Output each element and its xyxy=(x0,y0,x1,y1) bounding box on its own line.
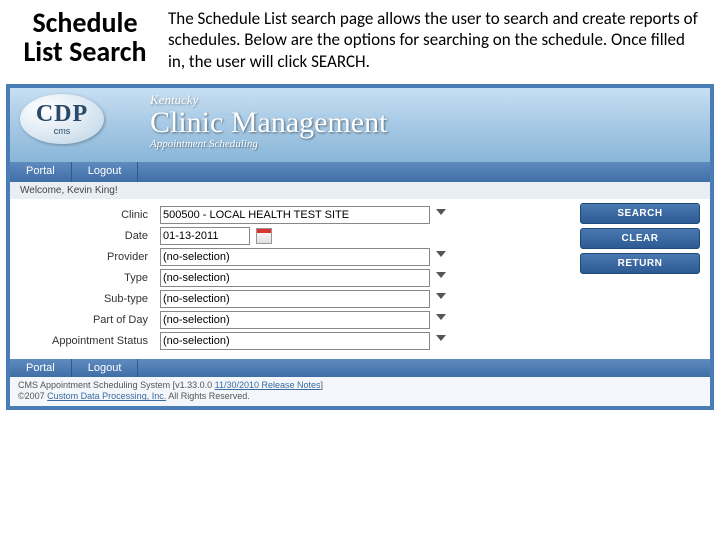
logo-text-small: cms xyxy=(54,126,71,136)
footer-line2a: ©2007 xyxy=(18,391,47,401)
footer-nav-logout[interactable]: Logout xyxy=(72,359,139,377)
slide-description: The Schedule List search page allows the… xyxy=(168,8,700,72)
header-brand: Clinic Management xyxy=(150,108,387,138)
nav-logout[interactable]: Logout xyxy=(72,162,139,182)
chevron-down-icon xyxy=(436,272,446,278)
welcome-bar: Welcome, Kevin King! xyxy=(10,182,710,199)
label-type: Type xyxy=(20,272,160,284)
footer-nav-portal[interactable]: Portal xyxy=(10,359,72,377)
row-type: Type xyxy=(20,269,570,287)
select-provider[interactable] xyxy=(160,248,430,266)
row-provider: Provider xyxy=(20,248,570,266)
app-header: CDP cms Kentucky Clinic Management Appoi… xyxy=(10,88,710,162)
select-subtype[interactable] xyxy=(160,290,430,308)
return-button[interactable]: RETURN xyxy=(580,253,700,274)
slide-header: Schedule List Search The Schedule List s… xyxy=(0,0,720,84)
bottom-navbar: Portal Logout xyxy=(10,359,710,377)
slide-title: Schedule List Search xyxy=(20,8,150,72)
header-subtitle: Appointment Scheduling xyxy=(150,138,387,150)
footer-line2b: All Rights Reserved. xyxy=(166,391,250,401)
top-navbar: Portal Logout xyxy=(10,162,710,182)
logo: CDP cms xyxy=(20,94,104,144)
footer: Portal Logout CMS Appointment Scheduling… xyxy=(10,359,710,406)
label-provider: Provider xyxy=(20,251,160,263)
company-link[interactable]: Custom Data Processing, Inc. xyxy=(47,391,166,401)
form-fields: Clinic Date Provider Type xyxy=(20,203,570,353)
label-partofday: Part of Day xyxy=(20,314,160,326)
select-type[interactable] xyxy=(160,269,430,287)
select-clinic[interactable] xyxy=(160,206,430,224)
chevron-down-icon xyxy=(436,251,446,257)
footer-line1b: ] xyxy=(321,380,324,390)
chevron-down-icon xyxy=(436,209,446,215)
select-partofday[interactable] xyxy=(160,311,430,329)
row-clinic: Clinic xyxy=(20,206,570,224)
footer-line1a: CMS Appointment Scheduling System [v1.33… xyxy=(18,380,215,390)
label-clinic: Clinic xyxy=(20,209,160,221)
label-apptstatus: Appointment Status xyxy=(20,335,160,347)
chevron-down-icon xyxy=(436,293,446,299)
select-apptstatus[interactable] xyxy=(160,332,430,350)
app-window: CDP cms Kentucky Clinic Management Appoi… xyxy=(6,84,714,410)
release-notes-link[interactable]: 11/30/2010 Release Notes xyxy=(215,380,321,390)
row-apptstatus: Appointment Status xyxy=(20,332,570,350)
label-date: Date xyxy=(20,230,160,242)
header-text: Kentucky Clinic Management Appointment S… xyxy=(150,92,387,150)
chevron-down-icon xyxy=(436,314,446,320)
input-date[interactable] xyxy=(160,227,250,245)
row-partofday: Part of Day xyxy=(20,311,570,329)
logo-oval: CDP cms xyxy=(20,94,104,144)
chevron-down-icon xyxy=(436,335,446,341)
row-date: Date xyxy=(20,227,570,245)
label-subtype: Sub-type xyxy=(20,293,160,305)
logo-text-big: CDP xyxy=(36,102,88,126)
action-buttons: SEARCH CLEAR RETURN xyxy=(570,203,700,353)
footer-text: CMS Appointment Scheduling System [v1.33… xyxy=(10,377,710,406)
row-subtype: Sub-type xyxy=(20,290,570,308)
clear-button[interactable]: CLEAR xyxy=(580,228,700,249)
search-form: Clinic Date Provider Type xyxy=(10,199,710,355)
search-button[interactable]: SEARCH xyxy=(580,203,700,224)
nav-portal[interactable]: Portal xyxy=(10,162,72,182)
calendar-icon[interactable] xyxy=(256,228,272,244)
